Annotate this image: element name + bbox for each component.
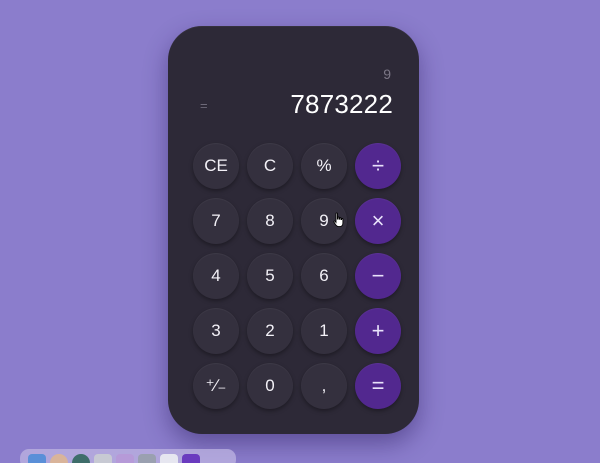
key-percent[interactable]: % bbox=[301, 143, 347, 189]
key-7[interactable]: 7 bbox=[193, 198, 239, 244]
key-4[interactable]: 4 bbox=[193, 253, 239, 299]
key-clear-entry[interactable]: CE bbox=[193, 143, 239, 189]
key-2[interactable]: 2 bbox=[247, 308, 293, 354]
key-6[interactable]: 6 bbox=[301, 253, 347, 299]
hand-cursor-icon bbox=[333, 212, 344, 228]
key-decimal[interactable]: , bbox=[301, 363, 347, 409]
key-add[interactable]: + bbox=[355, 308, 401, 354]
key-toggle-sign[interactable]: ⁺∕₋ bbox=[193, 363, 239, 409]
key-multiply[interactable]: × bbox=[355, 198, 401, 244]
key-3[interactable]: 3 bbox=[193, 308, 239, 354]
app-folder-icon[interactable] bbox=[138, 454, 156, 463]
dock bbox=[20, 449, 236, 463]
key-clear[interactable]: C bbox=[247, 143, 293, 189]
desktop: 9 = 7873222 CE C % ÷ 7 8 9 × 4 5 6 − 3 2… bbox=[0, 0, 600, 463]
app-calculator-icon[interactable] bbox=[182, 454, 200, 463]
finder-icon[interactable] bbox=[28, 454, 46, 463]
avatar-icon[interactable] bbox=[50, 454, 68, 463]
key-8[interactable]: 8 bbox=[247, 198, 293, 244]
app-window-icon[interactable] bbox=[94, 454, 112, 463]
key-equals[interactable]: = bbox=[355, 363, 401, 409]
app-circle-icon[interactable] bbox=[72, 454, 90, 463]
app-photos-icon[interactable] bbox=[116, 454, 134, 463]
key-0[interactable]: 0 bbox=[247, 363, 293, 409]
previous-operand: 9 bbox=[383, 66, 391, 82]
key-divide[interactable]: ÷ bbox=[355, 143, 401, 189]
key-1[interactable]: 1 bbox=[301, 308, 347, 354]
key-subtract[interactable]: − bbox=[355, 253, 401, 299]
result-display: 7873222 bbox=[290, 89, 393, 119]
calculator-window: 9 = 7873222 CE C % ÷ 7 8 9 × 4 5 6 − 3 2… bbox=[168, 26, 419, 434]
keypad: CE C % ÷ 7 8 9 × 4 5 6 − 3 2 1 + ⁺∕₋ 0 ,… bbox=[193, 143, 403, 409]
key-5[interactable]: 5 bbox=[247, 253, 293, 299]
app-cat-icon[interactable] bbox=[160, 454, 178, 463]
equals-indicator: = bbox=[200, 98, 208, 113]
